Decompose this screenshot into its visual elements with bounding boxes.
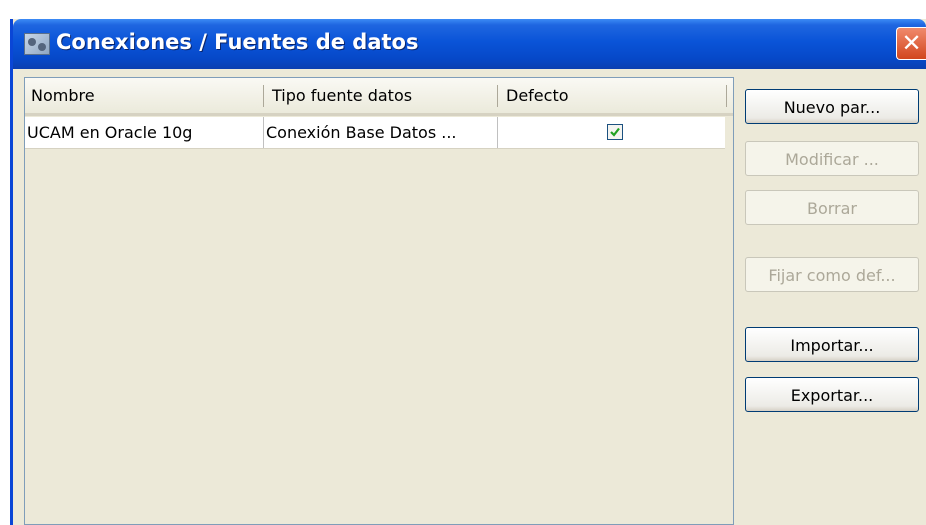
title-bar[interactable]: Conexiones / Fuentes de datos ✕ xyxy=(13,19,926,69)
column-divider[interactable] xyxy=(726,85,727,107)
column-header-nombre[interactable]: Nombre xyxy=(25,78,263,113)
check-icon xyxy=(610,127,620,137)
close-button[interactable]: ✕ xyxy=(896,27,926,60)
connections-table: Nombre Tipo fuente datos Defecto UCAM en… xyxy=(24,77,734,525)
new-button[interactable]: Nuevo par... xyxy=(745,89,919,124)
data-sources-icon xyxy=(24,33,50,55)
delete-button[interactable]: Borrar xyxy=(745,190,919,225)
cell-nombre: UCAM en Oracle 10g xyxy=(27,123,193,142)
column-header-tipo[interactable]: Tipo fuente datos xyxy=(264,78,497,113)
cell-tipo: Conexión Base Datos ... xyxy=(266,123,457,142)
default-checkbox[interactable] xyxy=(607,124,623,140)
column-header-defecto[interactable]: Defecto xyxy=(498,78,726,113)
dialog-title: Conexiones / Fuentes de datos xyxy=(56,30,419,54)
dialog-window: Conexiones / Fuentes de datos ✕ Nombre T… xyxy=(10,19,926,525)
table-header: Nombre Tipo fuente datos Defecto xyxy=(25,78,733,116)
cell-defecto xyxy=(498,117,725,148)
table-row[interactable]: UCAM en Oracle 10g Conexión Base Datos .… xyxy=(25,117,725,149)
modify-button[interactable]: Modificar ... xyxy=(745,141,919,176)
import-button[interactable]: Importar... xyxy=(745,327,919,362)
set-default-button[interactable]: Fijar como def... xyxy=(745,257,919,292)
export-button[interactable]: Exportar... xyxy=(745,377,919,412)
